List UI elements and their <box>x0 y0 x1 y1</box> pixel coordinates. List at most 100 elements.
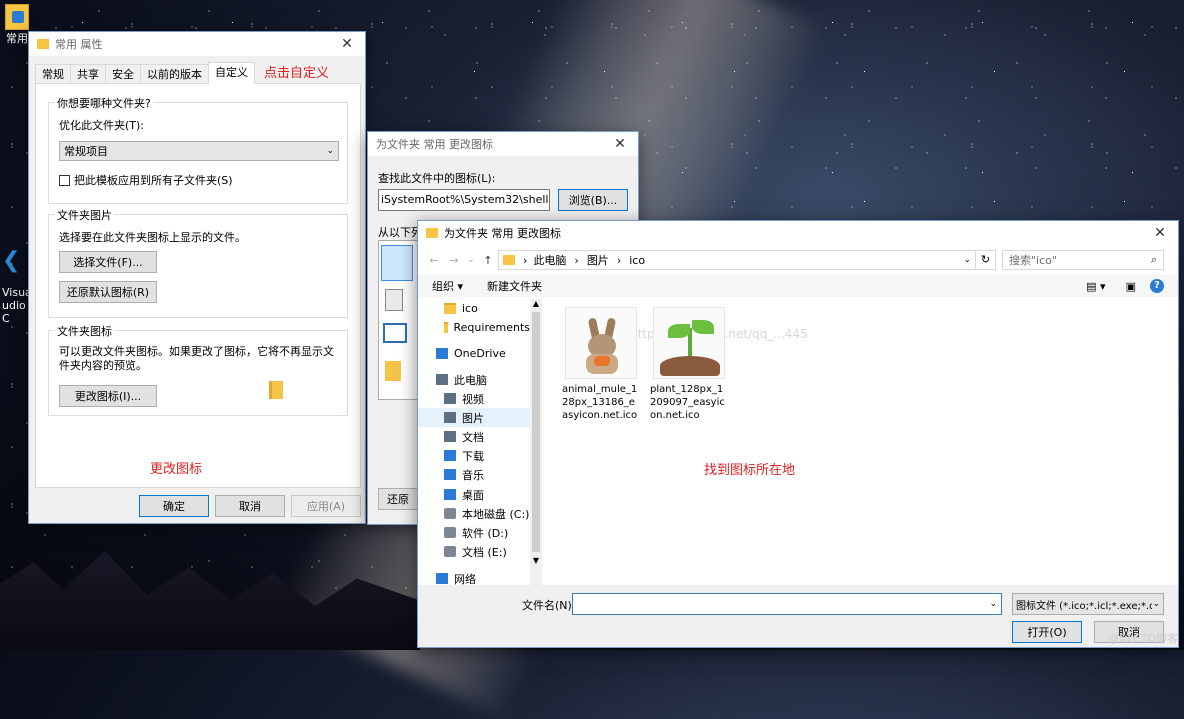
nav-item[interactable]: 文档 <box>418 427 530 446</box>
folder-icon[interactable] <box>385 361 401 381</box>
breadcrumb-separator: › <box>523 253 528 267</box>
forward-arrow-icon[interactable]: → <box>444 254 464 267</box>
breadcrumb-separator: › <box>574 253 579 267</box>
icon-description: 可以更改文件夹图标。如果更改了图标，它将不再显示文件夹内容的预览。 <box>59 345 334 372</box>
properties-titlebar: 常用 属性 ✕ <box>29 32 365 56</box>
recent-chevron-icon[interactable]: ⌄ <box>464 255 478 265</box>
view-options-icon[interactable]: ▤ ▾ <box>1086 280 1105 293</box>
up-arrow-icon[interactable]: ↑ <box>478 254 498 267</box>
chevron-down-icon: ⌄ <box>1152 599 1160 609</box>
nav-item[interactable]: 网络 <box>418 569 530 585</box>
apply-subfolders-checkbox[interactable] <box>59 174 70 186</box>
scroll-down-icon[interactable]: ▼ <box>530 556 542 565</box>
chevron-down-icon[interactable]: ⌄ <box>989 599 997 609</box>
download-icon <box>444 450 456 461</box>
nav-item[interactable]: Requirements <box>418 318 530 337</box>
close-icon[interactable]: ✕ <box>337 36 357 52</box>
corner-watermark: @51CTO博客 <box>1107 632 1178 645</box>
open-button[interactable]: 打开(O) <box>1012 621 1082 643</box>
icon-path-input[interactable]: iSystemRoot%\System32\shell32.dll <box>378 189 550 211</box>
refresh-icon[interactable]: ↻ <box>976 250 996 270</box>
chevron-down-icon[interactable]: ⌄ <box>963 255 971 265</box>
nav-item[interactable]: 图片 <box>418 408 530 427</box>
scroll-thumb[interactable] <box>532 312 540 552</box>
tab-general[interactable]: 常规 <box>35 64 71 84</box>
properties-dialog: 常用 属性 ✕ 常规 共享 安全 以前的版本 自定义 点击自定义 你想要哪种文件夹? 优… <box>28 31 366 524</box>
folder-icon <box>444 303 456 314</box>
apply-button[interactable]: 应用(A) <box>291 495 361 517</box>
apply-subfolders-label: 把此模板应用到所有子文件夹(S) <box>74 174 233 187</box>
close-icon[interactable]: ✕ <box>610 136 630 152</box>
preview-pane-icon[interactable]: ▣ <box>1126 280 1136 293</box>
annotation-find-location: 找到图标所在地 <box>704 463 796 478</box>
scroll-up-icon[interactable]: ▲ <box>530 299 542 308</box>
plant-icon <box>653 307 725 379</box>
back-arrow-icon[interactable]: ← <box>424 254 444 267</box>
nav-item-label: 网络 <box>454 572 476 586</box>
breadcrumb-ico[interactable]: ico <box>629 254 963 267</box>
command-bar: 组织 ▾ 新建文件夹 ▤ ▾ ▣ ? <box>418 275 1178 297</box>
new-folder-button[interactable]: 新建文件夹 <box>487 278 1086 294</box>
restore-default-button[interactable]: 还原默认图标(R) <box>59 281 157 303</box>
folder-icon <box>269 381 283 399</box>
breadcrumb-this-pc[interactable]: 此电脑 <box>533 252 566 268</box>
icon-list[interactable] <box>378 240 418 400</box>
nav-item-label: Requirements <box>453 321 530 334</box>
nav-item[interactable]: 本地磁盘 (C:) <box>418 504 530 523</box>
music-icon <box>444 469 456 480</box>
nav-item[interactable]: 音乐 <box>418 465 530 484</box>
organize-button[interactable]: 组织 ▾ <box>432 278 463 294</box>
search-input[interactable]: 搜索"ico" ⌕ <box>1002 250 1164 270</box>
nav-item[interactable]: 桌面 <box>418 485 530 504</box>
drive-icon <box>444 508 456 519</box>
breadcrumb-pictures[interactable]: 图片 <box>587 252 609 268</box>
drive-icon <box>444 546 456 557</box>
tab-security[interactable]: 安全 <box>105 64 141 84</box>
tab-sharing[interactable]: 共享 <box>70 64 106 84</box>
ok-button[interactable]: 确定 <box>139 495 209 517</box>
picture-description: 选择要在此文件夹图标上显示的文件。 <box>59 231 246 244</box>
address-bar[interactable]: › 此电脑 › 图片 › ico ⌄ <box>498 250 976 270</box>
breadcrumb-separator: › <box>616 253 622 267</box>
annotation-change-icon: 更改图标 <box>150 462 203 477</box>
drive-icon <box>444 527 456 538</box>
choose-file-button[interactable]: 选择文件(F)... <box>59 251 157 273</box>
folder-icon <box>37 39 49 49</box>
file-item-plant[interactable]: plant_128px_1209097_easyicon.net.ico <box>650 307 728 422</box>
cancel-button[interactable]: 取消 <box>215 495 285 517</box>
nav-item[interactable]: 视频 <box>418 389 530 408</box>
nav-item[interactable]: 软件 (D:) <box>418 523 530 542</box>
optimize-select[interactable]: 常规项目 ⌄ <box>59 141 339 161</box>
nav-item-label: 图片 <box>462 411 484 425</box>
change-icon-button[interactable]: 更改图标(I)... <box>59 385 157 407</box>
apply-subfolders-option[interactable]: 把此模板应用到所有子文件夹(S) <box>59 172 233 188</box>
nav-item-label: 软件 (D:) <box>462 526 509 540</box>
tab-previous-versions[interactable]: 以前的版本 <box>140 64 209 84</box>
nav-item[interactable]: 文档 (E:) <box>418 542 530 561</box>
folder-icon-group: 文件夹图标 可以更改文件夹图标。如果更改了图标，它将不再显示文件夹内容的预览。 … <box>48 323 348 416</box>
nav-item[interactable]: OneDrive <box>418 344 530 363</box>
change-icon-titlebar: 为文件夹 常用 更改图标 ✕ <box>368 132 638 156</box>
nav-item[interactable]: 此电脑 <box>418 370 530 389</box>
folder-icon <box>444 322 448 333</box>
tab-customize[interactable]: 自定义 <box>208 62 255 84</box>
file-item-mule[interactable]: animal_mule_128px_13186_easyicon.net.ico <box>562 307 640 422</box>
folder-icon <box>5 4 29 30</box>
file-name: animal_mule_128px_13186_easyicon.net.ico <box>562 384 638 421</box>
filetype-select[interactable]: 图标文件 (*.ico;*.icl;*.exe;*.dll) ⌄ <box>1012 593 1164 615</box>
nav-item[interactable]: ico <box>418 299 530 318</box>
window-title: 常用 属性 <box>55 38 103 51</box>
filename-input[interactable]: ⌄ <box>572 593 1002 615</box>
find-icon-label: 查找此文件中的图标(L): <box>378 172 496 185</box>
document-icon[interactable] <box>385 289 403 311</box>
navigation-pane: ico Requirements OneDrive 此电脑 视频图片文档 下载 音乐 桌面 本地… <box>418 299 542 585</box>
folder-type-group: 你想要哪种文件夹? 优化此文件夹(T): 常规项目 ⌄ 把此模板应用到所有子文件… <box>48 95 348 204</box>
document-icon[interactable] <box>381 245 413 281</box>
browse-button[interactable]: 浏览(B)... <box>558 189 628 211</box>
window-icon[interactable] <box>383 323 407 343</box>
close-icon[interactable]: ✕ <box>1150 225 1170 241</box>
restore-defaults-button[interactable]: 还原 <box>378 488 418 510</box>
nav-item[interactable]: 下载 <box>418 446 530 465</box>
nav-scrollbar[interactable]: ▲ ▼ <box>530 299 542 585</box>
help-icon[interactable]: ? <box>1150 279 1164 293</box>
